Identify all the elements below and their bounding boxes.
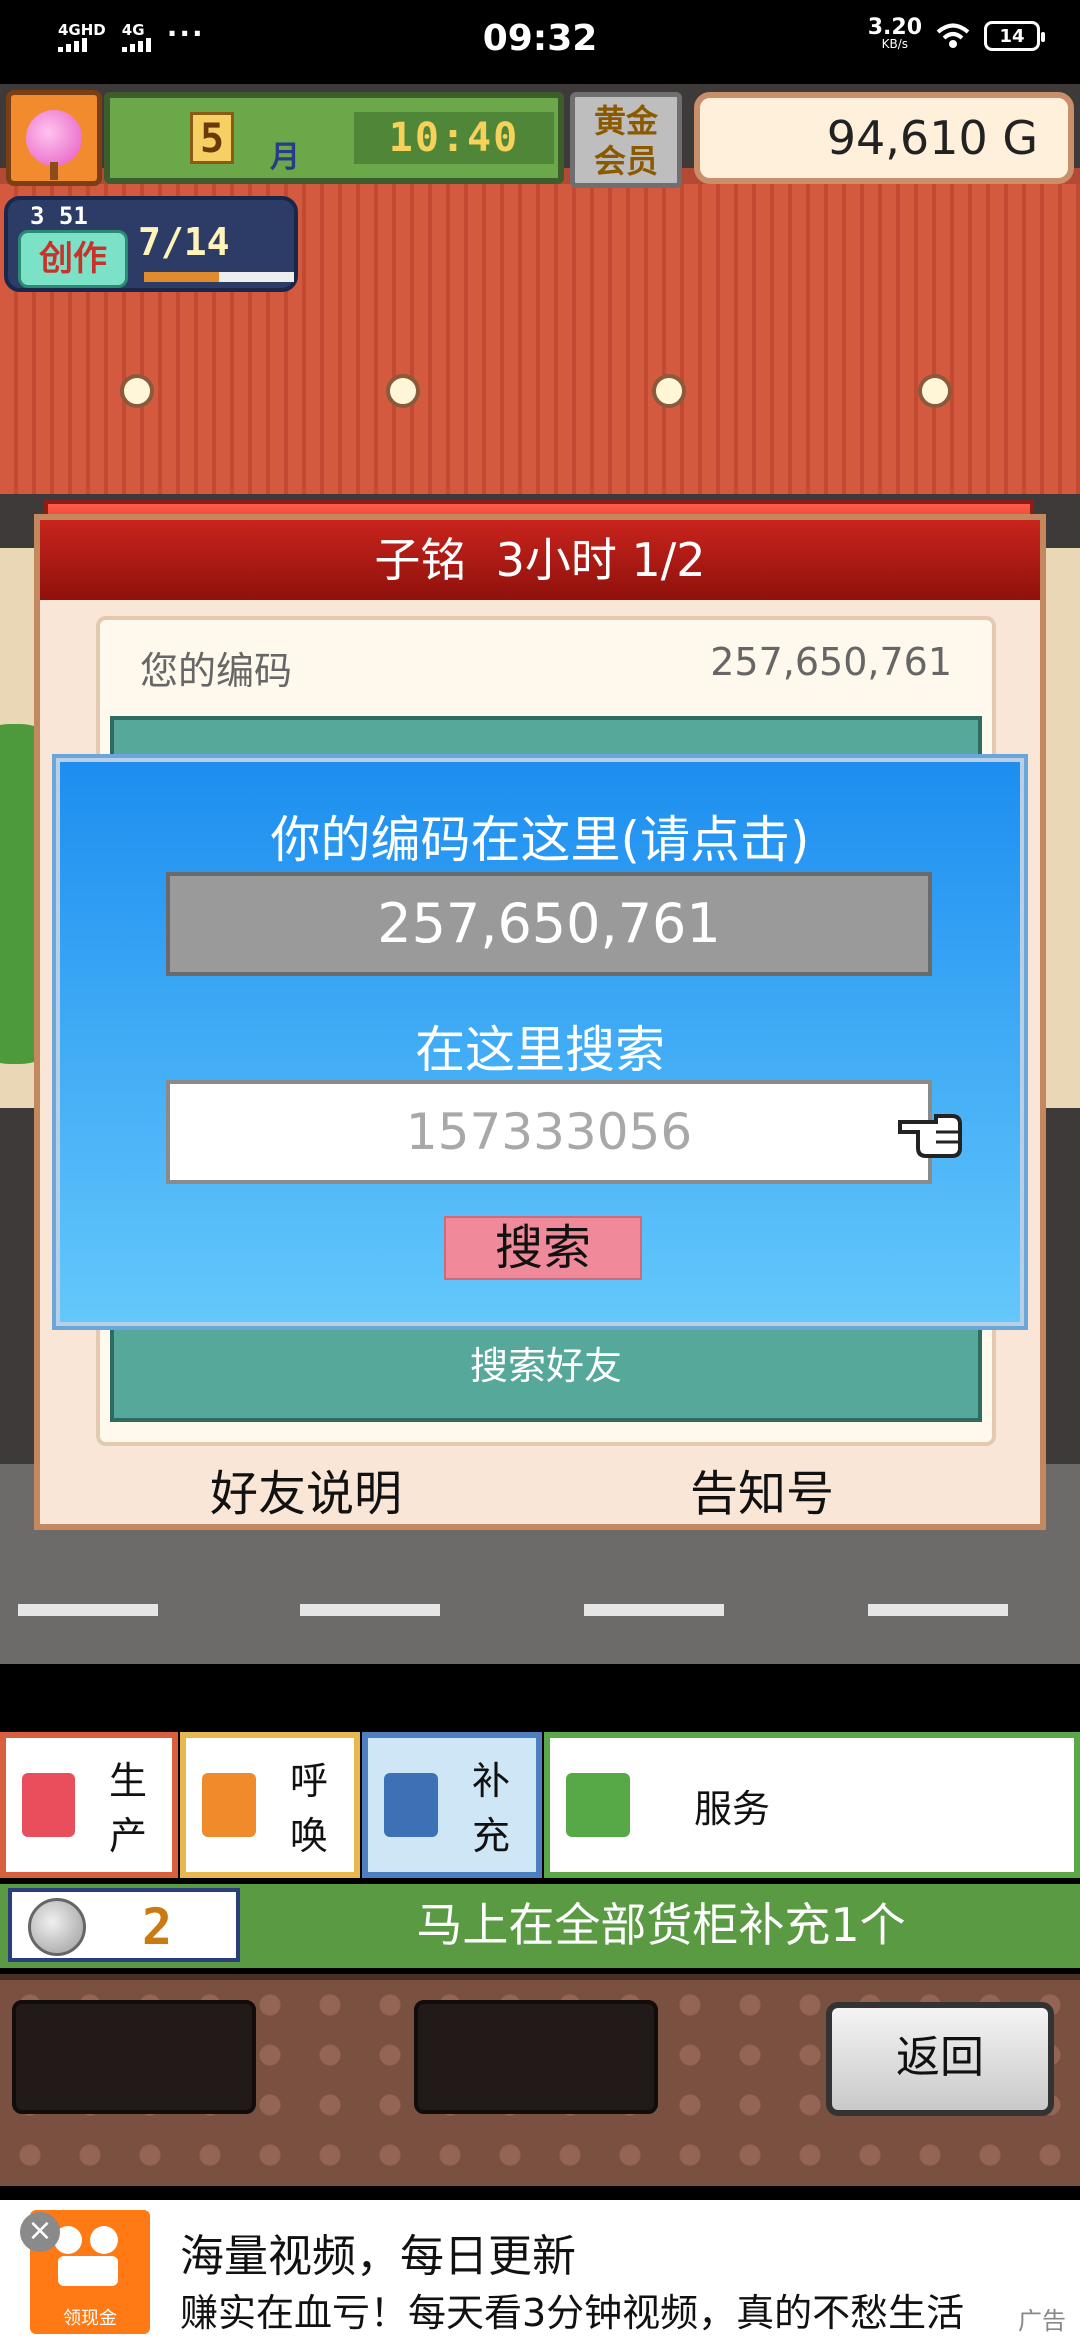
creation-label: 创作 bbox=[18, 230, 128, 288]
ticket-counter: 2 bbox=[8, 1888, 240, 1962]
ticket-count: 2 bbox=[142, 1898, 173, 1956]
inventory-slot[interactable] bbox=[12, 2000, 256, 2114]
tab-call[interactable]: 呼唤 bbox=[180, 1732, 360, 1878]
your-code-value: 257,650,761 bbox=[710, 640, 952, 684]
tab-restock[interactable]: 补充 bbox=[362, 1732, 542, 1878]
search-label: 在这里搜索 bbox=[415, 1021, 665, 1079]
close-icon[interactable]: × bbox=[20, 2212, 60, 2252]
calendar-panel: 5 月 10:40 bbox=[104, 92, 564, 184]
battery-icon: 14 bbox=[984, 21, 1045, 51]
food-icon bbox=[22, 1773, 76, 1837]
game-clock: 10:40 bbox=[354, 112, 554, 164]
search-button[interactable]: 搜索 bbox=[444, 1216, 642, 1280]
friend-dialog-title: 子铭 3小时 1/2 bbox=[40, 520, 1040, 600]
ad-banner[interactable]: 领现金 × 海量视频，每日更新 赚实在血亏！每天看3分钟视频，真的不愁生活 广告 bbox=[0, 2200, 1080, 2340]
search-popup: 你的编码在这里(请点击) 257,650,761 在这里搜索 157333056… bbox=[52, 754, 1028, 1330]
lamp-icon bbox=[386, 374, 420, 408]
restock-info-text[interactable]: 马上在全部货柜补充1个 bbox=[250, 1888, 1072, 1962]
your-code-row: 您的编码 257,650,761 bbox=[140, 640, 952, 700]
my-code-box[interactable]: 257,650,761 bbox=[166, 872, 932, 976]
search-input[interactable]: 157333056 bbox=[166, 1080, 932, 1184]
ad-tag: 广告 bbox=[1018, 2307, 1066, 2335]
inventory-slot[interactable] bbox=[414, 2000, 658, 2114]
friend-help-button[interactable]: 好友说明 bbox=[210, 1454, 402, 1524]
ad-logo-sub: 领现金 bbox=[63, 2308, 117, 2329]
cake-icon bbox=[384, 1773, 438, 1837]
creation-level: 3 51 bbox=[30, 202, 88, 230]
search-friend-label[interactable]: 搜索好友 bbox=[114, 1335, 978, 1390]
tab-production[interactable]: 生产 bbox=[0, 1732, 178, 1878]
lamp-icon bbox=[652, 374, 686, 408]
tab-service[interactable]: 服务 bbox=[544, 1732, 1080, 1878]
wifi-icon bbox=[936, 23, 970, 48]
creation-value: 7/14 bbox=[138, 220, 230, 264]
pink-tree-icon bbox=[26, 110, 82, 180]
coin-icon bbox=[28, 1898, 86, 1956]
lamp-icon bbox=[120, 374, 154, 408]
lamp-icon bbox=[918, 374, 952, 408]
your-code-label: 您的编码 bbox=[140, 649, 293, 693]
popup-title: 你的编码在这里(请点击) bbox=[270, 811, 810, 869]
ad-title[interactable]: 海量视频，每日更新 bbox=[180, 2220, 576, 2284]
gold-member-button[interactable]: 黄金 会员 bbox=[570, 92, 682, 188]
notice-number-button[interactable]: 告知号 bbox=[690, 1454, 834, 1524]
pointing-hand-icon bbox=[898, 1114, 962, 1158]
creation-panel[interactable]: 3 51 创作 7/14 bbox=[4, 196, 298, 292]
back-button[interactable]: 返回 bbox=[826, 2002, 1054, 2116]
money-display: 94,610 G bbox=[694, 92, 1074, 184]
ad-subtitle[interactable]: 赚实在血亏！每天看3分钟视频，真的不愁生活 bbox=[180, 2282, 1080, 2337]
month-label: 月 bbox=[270, 140, 300, 175]
status-bar: 4GHD 4G ··· 09:32 3.20 KB/s 14 bbox=[0, 0, 1080, 84]
month-number: 5 bbox=[190, 112, 234, 164]
store-avatar-button[interactable] bbox=[6, 90, 102, 186]
megaphone-icon bbox=[202, 1773, 256, 1837]
creation-progress bbox=[144, 272, 294, 282]
teacup-icon bbox=[566, 1773, 630, 1837]
network-speed: 3.20 KB/s bbox=[867, 15, 922, 52]
